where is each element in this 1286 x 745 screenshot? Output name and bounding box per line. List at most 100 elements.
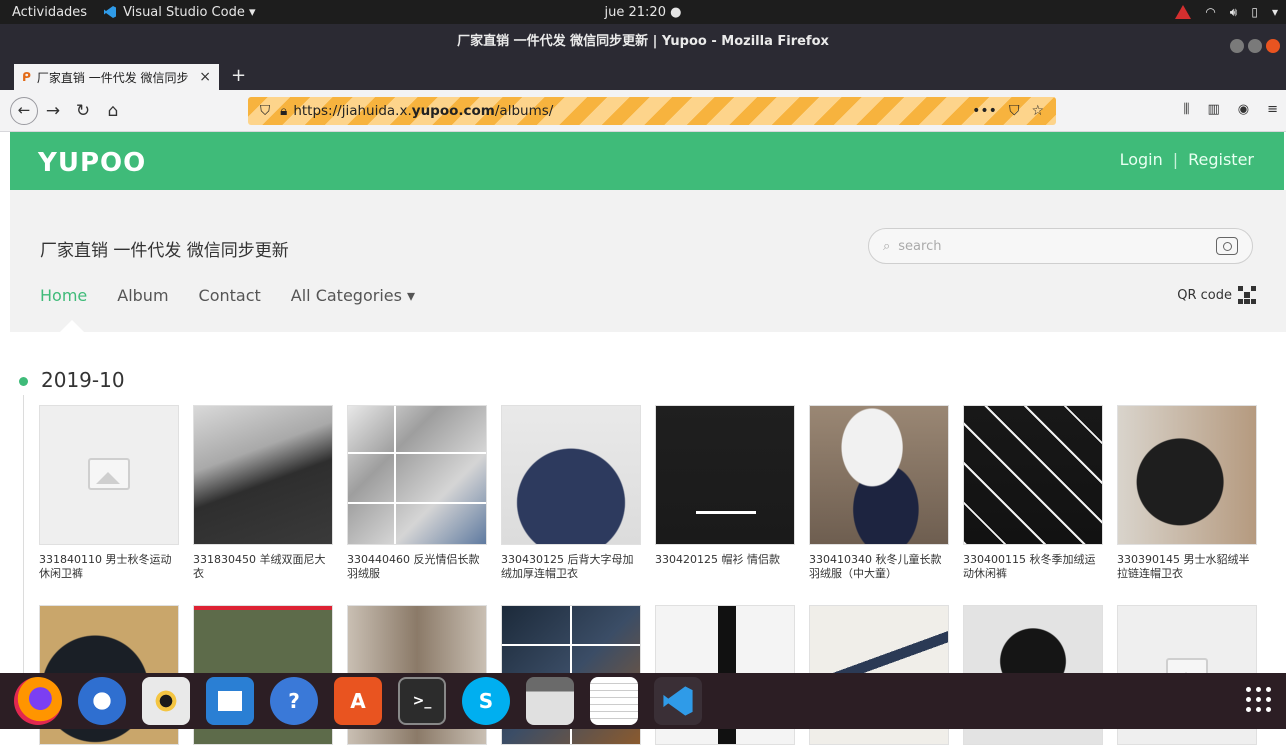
app-menu-label: Visual Studio Code ▾ <box>123 4 256 20</box>
thunderbird-icon[interactable] <box>78 677 126 725</box>
album-card[interactable]: 330430125 后背大字母加绒加厚连帽卫衣 <box>501 405 641 581</box>
volume-icon[interactable]: 🔊︎ <box>1230 5 1238 20</box>
activities-button[interactable]: Actividades <box>12 5 87 20</box>
lock-icon[interactable]: 🔒︎ <box>280 103 287 119</box>
album-date-heading: 2019-10 <box>41 368 125 392</box>
search-input[interactable]: ⌕ search <box>868 228 1253 264</box>
tracking-shield-icon[interactable]: ⛉ <box>260 103 270 119</box>
text-editor-icon[interactable] <box>590 677 638 725</box>
album-thumbnail[interactable] <box>39 405 179 545</box>
rhythmbox-icon[interactable] <box>142 677 190 725</box>
album-thumbnail[interactable] <box>809 405 949 545</box>
close-window-button[interactable] <box>1266 39 1280 53</box>
pocket-icon[interactable]: ⛉ <box>1009 103 1020 119</box>
album-thumbnail[interactable] <box>501 405 641 545</box>
album-caption[interactable]: 330420125 帽衫 情侣款 <box>655 553 795 581</box>
album-card[interactable]: 331840110 男士秋冬运动休闲卫裤 <box>39 405 179 581</box>
new-tab-button[interactable]: + <box>219 64 258 90</box>
menu-icon[interactable]: ≡ <box>1267 102 1278 117</box>
battery-icon[interactable]: ▯ <box>1251 5 1258 19</box>
auth-separator: | <box>1172 150 1179 169</box>
tab-close-button[interactable]: × <box>199 69 211 85</box>
active-nav-caret <box>60 320 84 332</box>
tab-strip: ᑭ 厂家直销 一件代发 微信同步 × + <box>0 64 1286 90</box>
album-caption[interactable]: 331830450 羊绒双面尼大衣 <box>193 553 333 581</box>
album-caption[interactable]: 330430125 后背大字母加绒加厚连帽卫衣 <box>501 553 641 581</box>
register-link[interactable]: Register <box>1188 150 1254 169</box>
nav-home[interactable]: Home <box>40 286 87 305</box>
show-applications-icon[interactable] <box>1246 687 1272 713</box>
nav-album[interactable]: Album <box>117 286 168 305</box>
store-nav: Home Album Contact All Categories ▾ <box>40 286 415 305</box>
url-suffix: /albums/ <box>494 103 554 119</box>
wifi-icon[interactable]: ◠ <box>1205 5 1215 19</box>
album-caption[interactable]: 330400115 秋冬季加绒运动休闲裤 <box>963 553 1103 581</box>
page-actions-icon[interactable]: ••• <box>972 103 997 119</box>
album-card[interactable]: 330440460 反光情侣长款羽绒服 <box>347 405 487 581</box>
qr-code-button[interactable]: QR code <box>1177 286 1256 304</box>
back-button[interactable]: ← <box>10 96 38 125</box>
vscode-mini-icon <box>104 6 117 18</box>
software-icon[interactable]: A <box>334 677 382 725</box>
yupoo-favicon-icon: ᑭ <box>22 70 31 84</box>
window-title: 厂家直销 一件代发 微信同步更新 | Yupoo - Mozilla Firef… <box>457 34 829 49</box>
album-caption[interactable]: 330390145 男士水貂绒半拉链连帽卫衣 <box>1117 553 1257 581</box>
bookmark-star-icon[interactable]: ☆ <box>1031 103 1044 119</box>
url-host: yupoo.com <box>411 103 495 119</box>
album-thumbnail[interactable] <box>655 405 795 545</box>
warning-icon[interactable] <box>1175 5 1192 19</box>
reload-button[interactable]: ↻ <box>68 101 98 121</box>
system-top-bar: Actividades Visual Studio Code ▾ jue 21:… <box>0 0 1286 24</box>
login-link[interactable]: Login <box>1120 150 1163 169</box>
album-caption[interactable]: 331840110 男士秋冬运动休闲卫裤 <box>39 553 179 581</box>
store-title: 厂家直销 一件代发 微信同步更新 <box>40 241 289 261</box>
chevron-down-icon[interactable]: ▾ <box>1272 5 1278 19</box>
minimize-button[interactable] <box>1230 39 1244 53</box>
firefox-icon[interactable] <box>14 677 62 725</box>
qr-code-label: QR code <box>1177 287 1232 303</box>
album-card[interactable]: 330410340 秋冬儿童长款羽绒服（中大童） <box>809 405 949 581</box>
nav-all-categories[interactable]: All Categories ▾ <box>291 286 415 305</box>
sidebar-icon[interactable]: ▥ <box>1207 102 1219 117</box>
album-card[interactable]: 330400115 秋冬季加绒运动休闲裤 <box>963 405 1103 581</box>
tab-title: 厂家直销 一件代发 微信同步 <box>36 70 189 85</box>
window-titlebar: 厂家直销 一件代发 微信同步更新 | Yupoo - Mozilla Firef… <box>0 24 1286 64</box>
nav-contact[interactable]: Contact <box>199 286 261 305</box>
vscode-icon[interactable] <box>654 677 702 725</box>
yupoo-logo[interactable]: YUPOO <box>38 148 146 178</box>
account-icon[interactable]: ◉ <box>1238 102 1249 117</box>
album-card[interactable]: 330390145 男士水貂绒半拉链连帽卫衣 <box>1117 405 1257 581</box>
site-header: YUPOO Login | Register <box>10 132 1284 190</box>
store-info: 厂家直销 一件代发 微信同步更新 ⌕ search Home Album Con… <box>10 190 1286 332</box>
timeline-dot <box>19 377 28 386</box>
skype-icon[interactable]: S <box>462 677 510 725</box>
camera-search-icon[interactable] <box>1216 237 1238 255</box>
album-thumbnail[interactable] <box>1117 405 1257 545</box>
album-thumbnail[interactable] <box>963 405 1103 545</box>
writer-icon[interactable] <box>206 677 254 725</box>
browser-tab[interactable]: ᑭ 厂家直销 一件代发 微信同步 × <box>14 64 219 90</box>
album-thumbnail[interactable] <box>347 405 487 545</box>
album-thumbnail[interactable] <box>193 405 333 545</box>
qr-code-icon <box>1238 286 1256 304</box>
image-placeholder-icon <box>88 458 130 490</box>
library-icon[interactable]: ⫼ <box>1183 102 1189 117</box>
search-icon: ⌕ <box>883 238 891 254</box>
maximize-button[interactable] <box>1248 39 1262 53</box>
help-icon[interactable]: ? <box>270 677 318 725</box>
url-prefix: https://jiahuida.x. <box>293 103 412 119</box>
files-icon[interactable] <box>526 677 574 725</box>
album-caption[interactable]: 330410340 秋冬儿童长款羽绒服（中大童） <box>809 553 949 581</box>
url-bar[interactable]: ⛉ 🔒︎ https://jiahuida.x. yupoo.com/albums… <box>248 97 1056 125</box>
album-card[interactable]: 331830450 羊绒双面尼大衣 <box>193 405 333 581</box>
app-menu[interactable]: Visual Studio Code ▾ <box>103 4 256 20</box>
terminal-icon[interactable]: >_ <box>398 677 446 725</box>
home-button[interactable]: ⌂ <box>98 101 128 121</box>
navigation-toolbar: ← → ↻ ⌂ ⛉ 🔒︎ https://jiahuida.x. yupoo.co… <box>0 90 1286 132</box>
search-placeholder: search <box>898 238 942 254</box>
timeline-line <box>23 395 24 680</box>
album-caption[interactable]: 330440460 反光情侣长款羽绒服 <box>347 553 487 581</box>
dock: ? A >_ S <box>0 673 1286 729</box>
album-card[interactable]: 330420125 帽衫 情侣款 <box>655 405 795 581</box>
forward-button[interactable]: → <box>38 101 68 121</box>
